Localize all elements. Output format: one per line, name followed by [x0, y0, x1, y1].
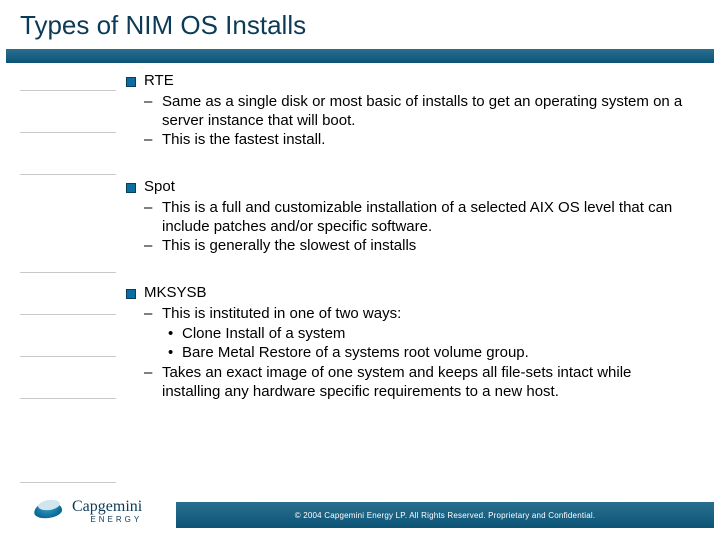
footer-copyright: © 2004 Capgemini Energy LP. All Rights R… [295, 511, 596, 520]
rule-line [20, 132, 116, 133]
rule-line [20, 314, 116, 315]
bullet-level1: Spot [126, 178, 692, 197]
bullet-level2: This is the fastest install. [126, 131, 692, 150]
list-item: MKSYSB This is instituted in one of two w… [126, 284, 692, 402]
bullet-level3: Clone Install of a system [126, 325, 692, 344]
title-bar: Types of NIM OS Installs [0, 0, 720, 49]
logo-brand: Capgemini [72, 499, 142, 515]
logo-text: Capgemini ENERGY [72, 499, 142, 524]
header-band [6, 49, 714, 63]
footer-bar: © 2004 Capgemini Energy LP. All Rights R… [176, 502, 714, 528]
rule-line [20, 482, 116, 483]
bullet-level2: This is instituted in one of two ways: [126, 305, 692, 324]
content-area: RTE Same as a single disk or most basic o… [20, 66, 700, 490]
rule-line [20, 174, 116, 175]
bullet-level1: MKSYSB [126, 284, 692, 303]
rule-line [20, 90, 116, 91]
bullet-level2: Takes an exact image of one system and k… [126, 364, 692, 402]
logo-energy: ENERGY [72, 515, 142, 524]
bullet-level2: This is generally the slowest of install… [126, 237, 692, 256]
slide-title: Types of NIM OS Installs [20, 10, 700, 41]
bullet-level1: RTE [126, 72, 692, 91]
list-item: RTE Same as a single disk or most basic o… [126, 72, 692, 150]
bullet-level2: This is a full and customizable installa… [126, 199, 692, 237]
rule-line [20, 356, 116, 357]
logo-swoosh-icon [34, 498, 66, 524]
list-item: Spot This is a full and customizable inst… [126, 178, 692, 256]
body-list: RTE Same as a single disk or most basic o… [126, 72, 692, 430]
rule-line [20, 398, 116, 399]
bullet-level3: Bare Metal Restore of a systems root vol… [126, 344, 692, 363]
capgemini-logo: Capgemini ENERGY [34, 490, 184, 532]
footer: Capgemini ENERGY © 2004 Capgemini Energy… [6, 496, 714, 534]
bullet-level2: Same as a single disk or most basic of i… [126, 93, 692, 131]
left-rules [20, 66, 116, 490]
rule-line [20, 272, 116, 273]
slide: Types of NIM OS Installs RTE Same as a si… [0, 0, 720, 540]
